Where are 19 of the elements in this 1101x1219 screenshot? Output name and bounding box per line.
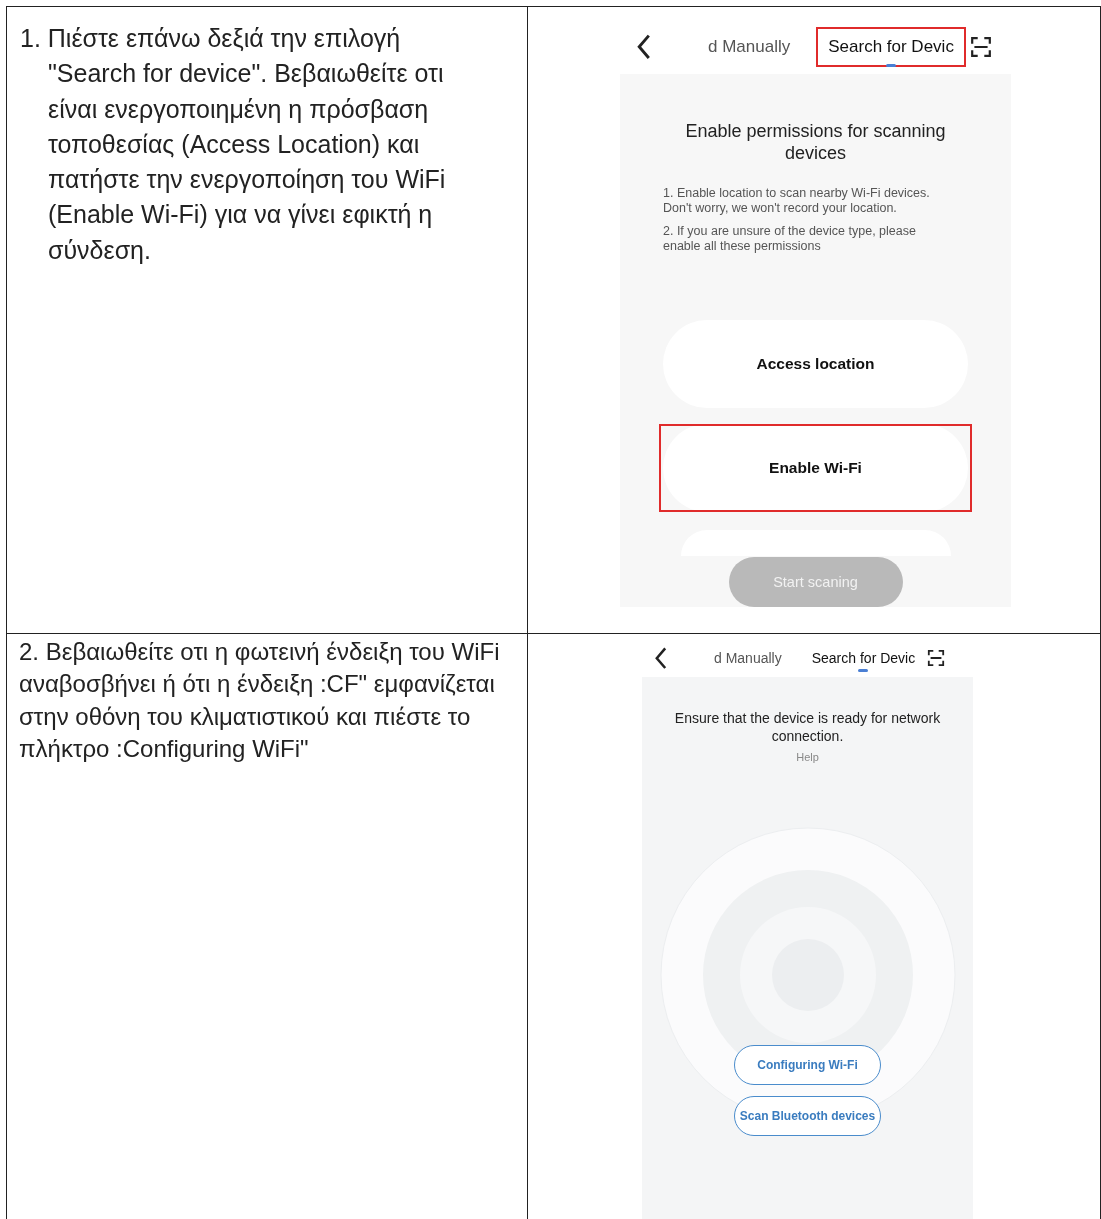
note-text: 1. Enable location to scan nearby Wi-Fi devices. Don't worry, we won't record your location.: [662, 186, 931, 216]
back-icon[interactable]: [654, 646, 668, 670]
permission-button[interactable]: Access location: [663, 320, 968, 408]
tab[interactable]: d Manually: [706, 644, 790, 672]
option-button[interactable]: Configuring Wi-Fi: [734, 1045, 881, 1085]
tab[interactable]: Search for Devic: [816, 26, 966, 67]
note-text: 2. If you are unsure of the device type, please enable all these permissions: [662, 224, 917, 254]
tab[interactable]: Search for Devic: [803, 644, 924, 672]
tab-indicator: [886, 63, 897, 67]
instruction-text: 2. Βεβαιωθείτε οτι η φωτεινή ένδειξη του WiFi αναβοσβήνει ή ότι η ένδειξη :CF" εμφανίζεται στην οθόνη του κλιματιστικού και πιέστε το πλήκτρο :Configuring WiFi": [19, 637, 501, 764]
instruction-text: 1. Πιέστε επάνω δεξιά την επιλογή "Search for device". Βεβαιωθείτε οτι είναι ενεργοποιημένη η πρόσβαση τοποθεσίας (Access Location) και πατήστε την ενεργοποίηση του WiFi (Enable Wi-Fi) για να γίνει εφικτή η σύνδεση.: [20, 23, 447, 266]
screen-title: Ensure that the device is ready for network connection.: [673, 709, 942, 745]
scan-icon[interactable]: [969, 35, 992, 58]
scan-icon[interactable]: [927, 649, 946, 667]
option-button[interactable]: Scan Bluetooth devices: [734, 1096, 881, 1136]
tab-indicator: [858, 669, 869, 672]
back-icon[interactable]: [636, 33, 652, 60]
screen-title: Enable permissions for scanning devices: [684, 120, 947, 164]
tab[interactable]: d Manually: [696, 26, 803, 67]
